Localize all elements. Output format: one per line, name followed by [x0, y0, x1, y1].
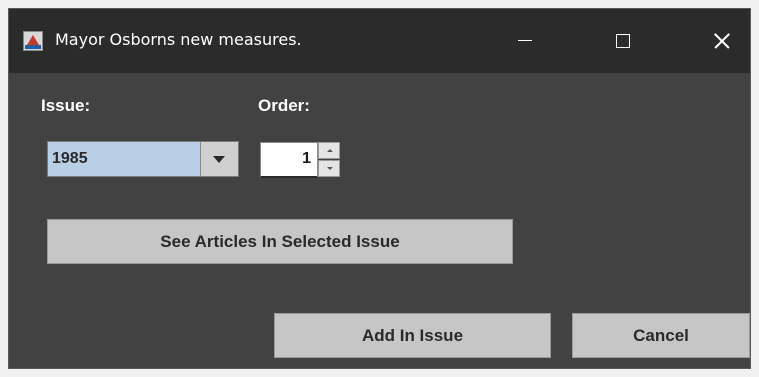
- order-label: Order:: [258, 96, 310, 115]
- java-app-icon: [23, 31, 43, 51]
- order-increment-button[interactable]: [318, 142, 340, 159]
- see-articles-button[interactable]: See Articles In Selected Issue: [47, 219, 513, 264]
- chevron-down-icon: [213, 156, 225, 163]
- dialog-window: Mayor Osborns new measures. Issue: Order…: [8, 8, 751, 369]
- spinner-down-icon: [327, 167, 333, 170]
- cancel-button[interactable]: Cancel: [572, 313, 750, 358]
- order-decrement-button[interactable]: [318, 160, 340, 177]
- maximize-icon: [616, 34, 630, 48]
- maximize-button[interactable]: [600, 23, 646, 59]
- minimize-button[interactable]: [502, 23, 548, 59]
- issue-label: Issue:: [41, 96, 91, 115]
- title-bar[interactable]: Mayor Osborns new measures.: [9, 9, 750, 73]
- issue-dropdown-button[interactable]: [200, 142, 238, 176]
- issue-selected-value[interactable]: 1985: [48, 142, 199, 176]
- minimize-icon: [518, 40, 532, 41]
- issue-combobox[interactable]: 1985: [47, 141, 239, 177]
- spinner-up-icon: [327, 149, 333, 152]
- order-spinner[interactable]: 1: [260, 142, 346, 178]
- order-field[interactable]: 1: [260, 142, 318, 178]
- add-in-issue-button[interactable]: Add In Issue: [274, 313, 551, 358]
- window-title: Mayor Osborns new measures.: [55, 30, 302, 49]
- close-button[interactable]: [698, 23, 744, 59]
